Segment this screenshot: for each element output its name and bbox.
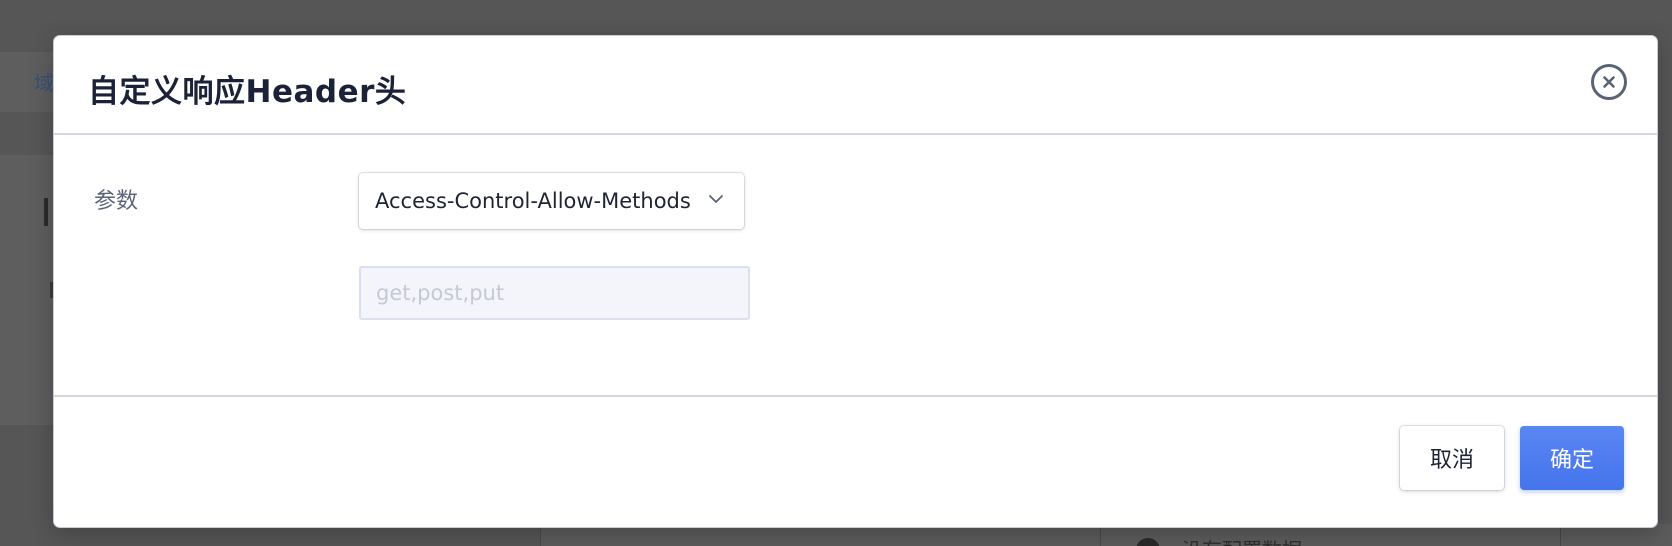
- close-button[interactable]: [1591, 64, 1627, 100]
- cancel-button[interactable]: 取消: [1400, 426, 1504, 490]
- background-table-area: [540, 524, 1672, 546]
- dialog-title: 自定义响应Header头: [88, 74, 407, 110]
- close-circle-icon: [1603, 76, 1615, 88]
- header-value-input[interactable]: [359, 266, 750, 320]
- background-divider: [1100, 524, 1101, 546]
- dialog-footer: 取消 确定: [54, 397, 1657, 525]
- background-empty-text: 没有配置数据: [1182, 534, 1302, 546]
- confirm-button[interactable]: 确定: [1520, 426, 1624, 490]
- chevron-down-icon: [709, 195, 723, 203]
- dialog-body: 参数 Access-Control-Allow-Methods: [54, 135, 1657, 397]
- custom-header-dialog: 自定义响应Header头 参数 Access-Control-Allow-Met…: [54, 36, 1657, 527]
- dialog-header: 自定义响应Header头: [54, 36, 1657, 135]
- header-name-select[interactable]: Access-Control-Allow-Methods: [359, 173, 744, 229]
- select-value: Access-Control-Allow-Methods: [375, 189, 691, 213]
- background-header-fragment: [80, 0, 200, 4]
- background-tab-label: 域: [34, 71, 54, 95]
- param-label: 参数: [94, 189, 139, 214]
